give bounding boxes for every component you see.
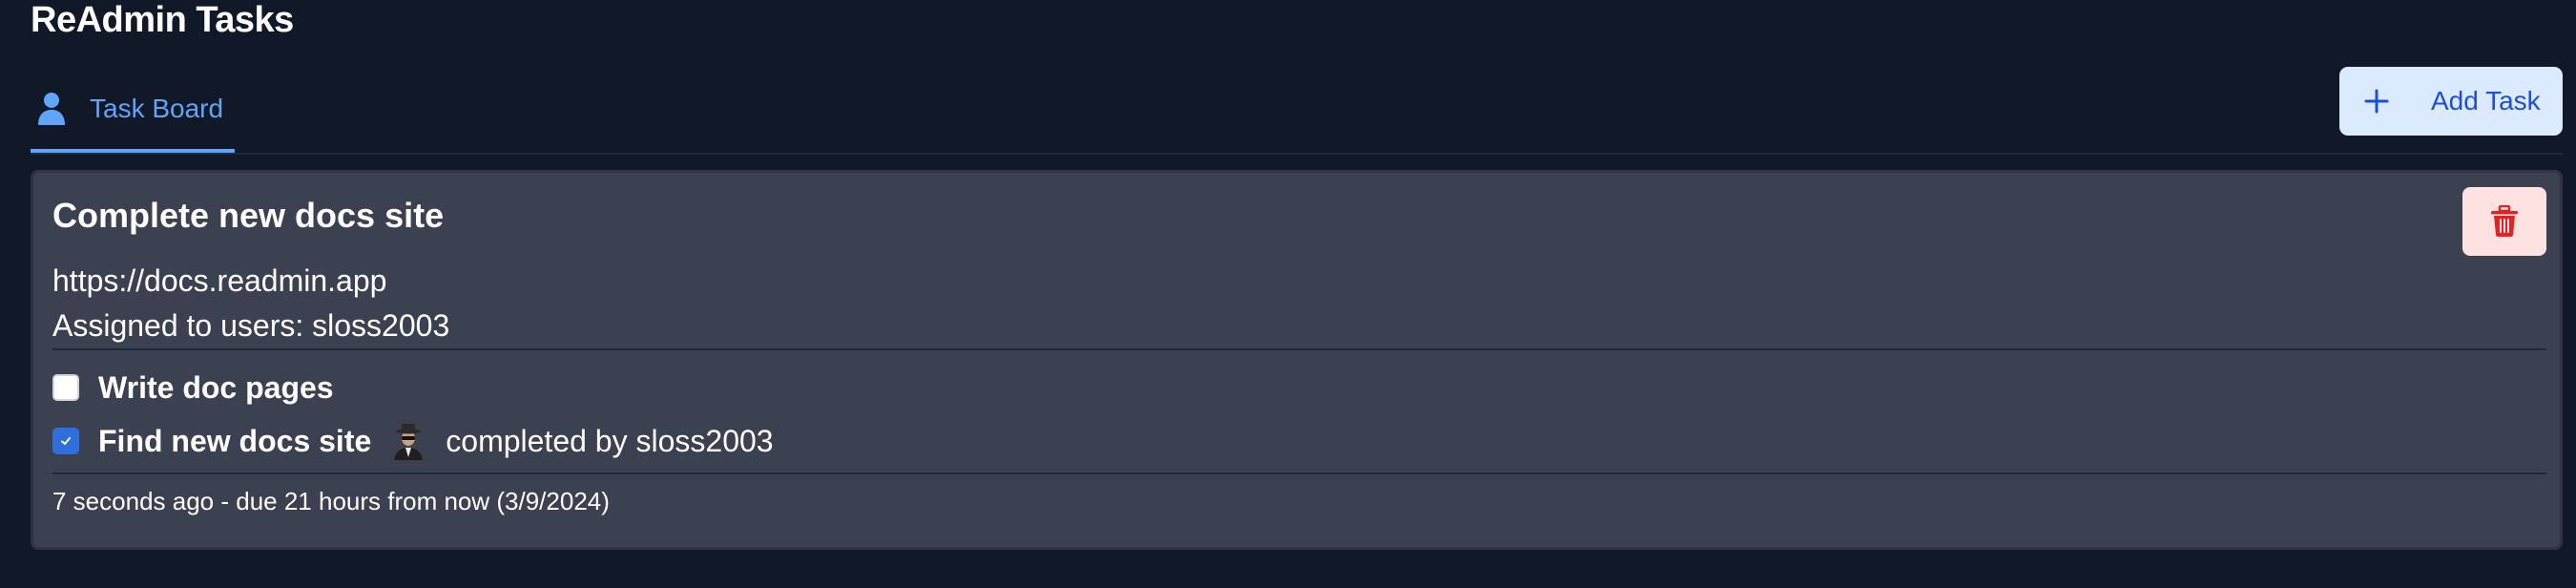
- task-assignees: Assigned to users: sloss2003: [52, 308, 450, 343]
- tab-bar: Task Board Add Task: [31, 67, 2563, 155]
- user-icon: [36, 90, 67, 128]
- task-timestamp: 7 seconds ago - due 21 hours from now (3…: [52, 487, 610, 515]
- subtask-checkbox[interactable]: [52, 374, 79, 401]
- tab-label: Task Board: [90, 94, 224, 123]
- app-title: ReAdmin Tasks: [31, 0, 294, 40]
- subtask-checkbox[interactable]: [52, 428, 79, 454]
- trash-icon: [2491, 205, 2518, 237]
- subtask-label: Write doc pages: [98, 370, 334, 405]
- add-task-label: Add Task: [2431, 86, 2541, 116]
- subtask-item: Write doc pages: [52, 368, 334, 407]
- add-task-button[interactable]: Add Task: [2339, 67, 2563, 136]
- completed-by-text: completed by sloss2003: [446, 424, 774, 458]
- subtask-item: Find new docs site completed by sloss200…: [52, 422, 774, 460]
- plus-icon: [2362, 87, 2391, 116]
- delete-task-button[interactable]: [2462, 187, 2546, 256]
- task-title: Complete new docs site: [52, 196, 445, 235]
- tab-task-board[interactable]: Task Board: [31, 67, 235, 153]
- task-url[interactable]: https://docs.readmin.app: [52, 262, 386, 299]
- task-card: Complete new docs site https://docs.read…: [31, 170, 2563, 550]
- divider: [52, 472, 2546, 474]
- divider: [52, 348, 2546, 350]
- subtask-label: Find new docs site: [98, 424, 372, 458]
- user-avatar-icon: [389, 422, 428, 460]
- check-icon: [61, 437, 71, 445]
